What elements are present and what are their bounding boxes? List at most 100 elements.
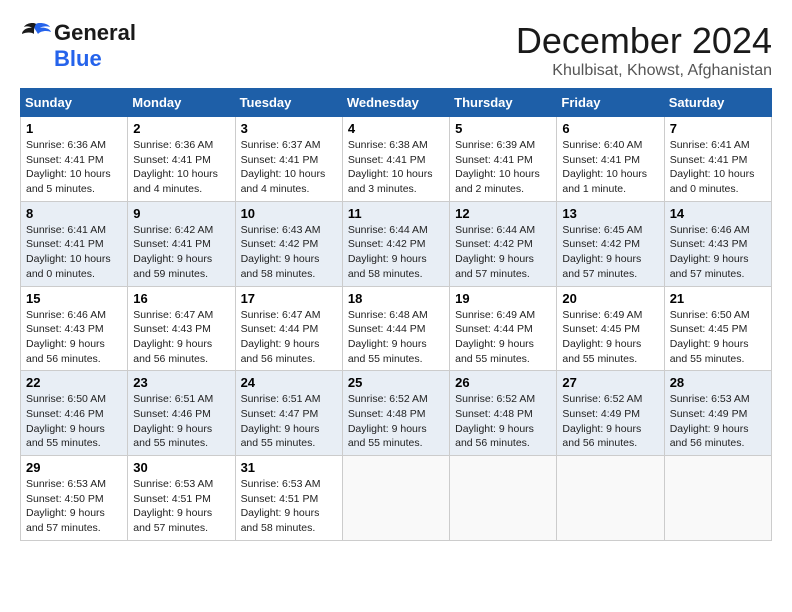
table-row: 1 Sunrise: 6:36 AMSunset: 4:41 PMDayligh… [21, 117, 128, 202]
cell-info: Sunrise: 6:49 AMSunset: 4:44 PMDaylight:… [455, 309, 535, 365]
table-row: 7 Sunrise: 6:41 AMSunset: 4:41 PMDayligh… [664, 117, 771, 202]
day-number: 12 [455, 206, 551, 221]
table-row: 6 Sunrise: 6:40 AMSunset: 4:41 PMDayligh… [557, 117, 664, 202]
logo-bird-icon [20, 22, 52, 44]
table-row: 25 Sunrise: 6:52 AMSunset: 4:48 PMDaylig… [342, 371, 449, 456]
col-monday: Monday [128, 89, 235, 117]
table-row: 12 Sunrise: 6:44 AMSunset: 4:42 PMDaylig… [450, 201, 557, 286]
cell-info: Sunrise: 6:53 AMSunset: 4:49 PMDaylight:… [670, 393, 750, 449]
table-row: 22 Sunrise: 6:50 AMSunset: 4:46 PMDaylig… [21, 371, 128, 456]
day-number: 30 [133, 460, 229, 475]
table-row: 18 Sunrise: 6:48 AMSunset: 4:44 PMDaylig… [342, 286, 449, 371]
col-saturday: Saturday [664, 89, 771, 117]
calendar-week-1: 1 Sunrise: 6:36 AMSunset: 4:41 PMDayligh… [21, 117, 772, 202]
day-number: 29 [26, 460, 122, 475]
table-row: 11 Sunrise: 6:44 AMSunset: 4:42 PMDaylig… [342, 201, 449, 286]
cell-info: Sunrise: 6:41 AMSunset: 4:41 PMDaylight:… [26, 224, 111, 280]
cell-info: Sunrise: 6:40 AMSunset: 4:41 PMDaylight:… [562, 139, 647, 195]
cell-info: Sunrise: 6:46 AMSunset: 4:43 PMDaylight:… [670, 224, 750, 280]
col-sunday: Sunday [21, 89, 128, 117]
table-row [557, 456, 664, 541]
day-number: 1 [26, 121, 122, 136]
day-number: 9 [133, 206, 229, 221]
calendar-week-5: 29 Sunrise: 6:53 AMSunset: 4:50 PMDaylig… [21, 456, 772, 541]
table-row: 15 Sunrise: 6:46 AMSunset: 4:43 PMDaylig… [21, 286, 128, 371]
day-number: 11 [348, 206, 444, 221]
cell-info: Sunrise: 6:47 AMSunset: 4:43 PMDaylight:… [133, 309, 213, 365]
day-number: 18 [348, 291, 444, 306]
col-wednesday: Wednesday [342, 89, 449, 117]
cell-info: Sunrise: 6:37 AMSunset: 4:41 PMDaylight:… [241, 139, 326, 195]
day-number: 4 [348, 121, 444, 136]
table-row: 28 Sunrise: 6:53 AMSunset: 4:49 PMDaylig… [664, 371, 771, 456]
title-section: December 2024 Khulbisat, Khowst, Afghani… [516, 20, 772, 80]
cell-info: Sunrise: 6:50 AMSunset: 4:46 PMDaylight:… [26, 393, 106, 449]
cell-info: Sunrise: 6:53 AMSunset: 4:51 PMDaylight:… [133, 478, 213, 534]
day-number: 22 [26, 375, 122, 390]
day-number: 6 [562, 121, 658, 136]
day-number: 21 [670, 291, 766, 306]
table-row: 23 Sunrise: 6:51 AMSunset: 4:46 PMDaylig… [128, 371, 235, 456]
cell-info: Sunrise: 6:44 AMSunset: 4:42 PMDaylight:… [348, 224, 428, 280]
day-number: 15 [26, 291, 122, 306]
month-title: December 2024 [516, 20, 772, 62]
cell-info: Sunrise: 6:50 AMSunset: 4:45 PMDaylight:… [670, 309, 750, 365]
day-number: 10 [241, 206, 337, 221]
table-row: 2 Sunrise: 6:36 AMSunset: 4:41 PMDayligh… [128, 117, 235, 202]
day-number: 20 [562, 291, 658, 306]
col-thursday: Thursday [450, 89, 557, 117]
table-row [664, 456, 771, 541]
location: Khulbisat, Khowst, Afghanistan [516, 62, 772, 80]
table-row: 9 Sunrise: 6:42 AMSunset: 4:41 PMDayligh… [128, 201, 235, 286]
day-number: 8 [26, 206, 122, 221]
table-row [342, 456, 449, 541]
calendar-table: Sunday Monday Tuesday Wednesday Thursday… [20, 88, 772, 541]
logo-blue: Blue [54, 46, 102, 72]
table-row: 13 Sunrise: 6:45 AMSunset: 4:42 PMDaylig… [557, 201, 664, 286]
table-row: 17 Sunrise: 6:47 AMSunset: 4:44 PMDaylig… [235, 286, 342, 371]
cell-info: Sunrise: 6:51 AMSunset: 4:47 PMDaylight:… [241, 393, 321, 449]
calendar-header-row: Sunday Monday Tuesday Wednesday Thursday… [21, 89, 772, 117]
day-number: 14 [670, 206, 766, 221]
cell-info: Sunrise: 6:36 AMSunset: 4:41 PMDaylight:… [26, 139, 111, 195]
table-row: 20 Sunrise: 6:49 AMSunset: 4:45 PMDaylig… [557, 286, 664, 371]
calendar-week-4: 22 Sunrise: 6:50 AMSunset: 4:46 PMDaylig… [21, 371, 772, 456]
cell-info: Sunrise: 6:45 AMSunset: 4:42 PMDaylight:… [562, 224, 642, 280]
day-number: 3 [241, 121, 337, 136]
day-number: 24 [241, 375, 337, 390]
cell-info: Sunrise: 6:42 AMSunset: 4:41 PMDaylight:… [133, 224, 213, 280]
day-number: 25 [348, 375, 444, 390]
table-row: 14 Sunrise: 6:46 AMSunset: 4:43 PMDaylig… [664, 201, 771, 286]
cell-info: Sunrise: 6:46 AMSunset: 4:43 PMDaylight:… [26, 309, 106, 365]
table-row: 24 Sunrise: 6:51 AMSunset: 4:47 PMDaylig… [235, 371, 342, 456]
day-number: 31 [241, 460, 337, 475]
table-row: 3 Sunrise: 6:37 AMSunset: 4:41 PMDayligh… [235, 117, 342, 202]
col-friday: Friday [557, 89, 664, 117]
logo-general: General [54, 20, 136, 46]
calendar-week-3: 15 Sunrise: 6:46 AMSunset: 4:43 PMDaylig… [21, 286, 772, 371]
cell-info: Sunrise: 6:47 AMSunset: 4:44 PMDaylight:… [241, 309, 321, 365]
cell-info: Sunrise: 6:36 AMSunset: 4:41 PMDaylight:… [133, 139, 218, 195]
calendar-week-2: 8 Sunrise: 6:41 AMSunset: 4:41 PMDayligh… [21, 201, 772, 286]
table-row: 8 Sunrise: 6:41 AMSunset: 4:41 PMDayligh… [21, 201, 128, 286]
cell-info: Sunrise: 6:52 AMSunset: 4:49 PMDaylight:… [562, 393, 642, 449]
table-row: 31 Sunrise: 6:53 AMSunset: 4:51 PMDaylig… [235, 456, 342, 541]
table-row: 30 Sunrise: 6:53 AMSunset: 4:51 PMDaylig… [128, 456, 235, 541]
cell-info: Sunrise: 6:43 AMSunset: 4:42 PMDaylight:… [241, 224, 321, 280]
cell-info: Sunrise: 6:39 AMSunset: 4:41 PMDaylight:… [455, 139, 540, 195]
table-row: 27 Sunrise: 6:52 AMSunset: 4:49 PMDaylig… [557, 371, 664, 456]
cell-info: Sunrise: 6:53 AMSunset: 4:50 PMDaylight:… [26, 478, 106, 534]
page-header: General Blue December 2024 Khulbisat, Kh… [20, 20, 772, 80]
cell-info: Sunrise: 6:38 AMSunset: 4:41 PMDaylight:… [348, 139, 433, 195]
table-row: 4 Sunrise: 6:38 AMSunset: 4:41 PMDayligh… [342, 117, 449, 202]
cell-info: Sunrise: 6:48 AMSunset: 4:44 PMDaylight:… [348, 309, 428, 365]
cell-info: Sunrise: 6:49 AMSunset: 4:45 PMDaylight:… [562, 309, 642, 365]
day-number: 28 [670, 375, 766, 390]
table-row: 5 Sunrise: 6:39 AMSunset: 4:41 PMDayligh… [450, 117, 557, 202]
day-number: 17 [241, 291, 337, 306]
logo: General Blue [20, 20, 136, 72]
day-number: 7 [670, 121, 766, 136]
day-number: 5 [455, 121, 551, 136]
table-row: 19 Sunrise: 6:49 AMSunset: 4:44 PMDaylig… [450, 286, 557, 371]
day-number: 13 [562, 206, 658, 221]
